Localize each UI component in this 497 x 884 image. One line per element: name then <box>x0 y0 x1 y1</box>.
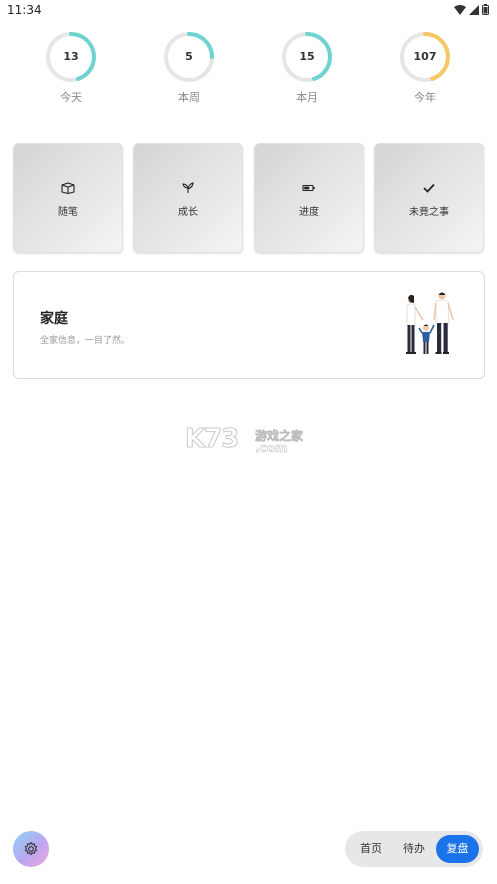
family-subtitle: 全家信息，一目了然。 <box>40 336 131 346</box>
stat-label: 本周 <box>178 91 200 104</box>
stats-row: 13 今天 5 本周 15 本月 107 今年 <box>0 31 497 111</box>
stat-value: 15 <box>299 50 315 63</box>
stat-value: 13 <box>63 50 79 63</box>
signal-icon <box>469 4 479 15</box>
stat-value: 5 <box>185 50 193 63</box>
card-essay[interactable]: 随笔 <box>13 143 123 253</box>
family-illustration <box>406 292 454 354</box>
card-label: 未竟之事 <box>409 207 449 218</box>
stat-week[interactable]: 5 本周 <box>154 31 224 105</box>
family-card[interactable]: 家庭 全家信息，一目了然。 <box>13 271 485 379</box>
card-label: 成长 <box>178 207 198 218</box>
feature-cards: 随笔 成长 进度 未竟之事 <box>13 143 485 255</box>
box-icon <box>61 182 75 194</box>
card-label: 随笔 <box>58 207 78 218</box>
progress-ring: 15 <box>281 31 333 83</box>
leaf-icon <box>182 182 194 193</box>
status-time: 11:34 <box>7 3 42 17</box>
settings-icon <box>24 841 38 856</box>
status-icons <box>454 4 489 15</box>
settings-fab[interactable] <box>13 831 49 867</box>
stat-today[interactable]: 13 今天 <box>36 31 106 105</box>
stat-year[interactable]: 107 今年 <box>390 31 460 105</box>
card-growth[interactable]: 成长 <box>133 143 243 253</box>
battery-status-icon <box>482 4 489 15</box>
progress-ring: 107 <box>399 31 451 83</box>
stat-value: 107 <box>413 50 437 63</box>
stat-label: 本月 <box>296 91 318 104</box>
card-progress[interactable]: 进度 <box>254 143 364 253</box>
progress-ring: 5 <box>163 31 215 83</box>
card-label: 进度 <box>299 207 319 218</box>
watermark-line2: .com <box>255 441 288 456</box>
progress-ring: 13 <box>45 31 97 83</box>
bottom-nav: 首页 待办 复盘 <box>345 831 483 867</box>
stat-month[interactable]: 15 本月 <box>272 31 342 105</box>
wifi-icon <box>454 4 466 15</box>
nav-todo[interactable]: 待办 <box>394 835 434 863</box>
card-unfinished[interactable]: 未竟之事 <box>374 143 484 253</box>
stat-label: 今天 <box>60 91 82 104</box>
status-bar: 11:34 <box>0 0 497 22</box>
stat-label: 今年 <box>414 91 436 104</box>
nav-review[interactable]: 复盘 <box>436 835 479 863</box>
watermark-main: K73 <box>184 424 239 455</box>
battery-icon <box>302 184 315 192</box>
check-icon <box>423 183 435 193</box>
watermark-logo: K73 游戏之家 .com <box>184 424 315 458</box>
nav-home[interactable]: 首页 <box>351 835 391 863</box>
family-title: 家庭 <box>40 311 68 327</box>
